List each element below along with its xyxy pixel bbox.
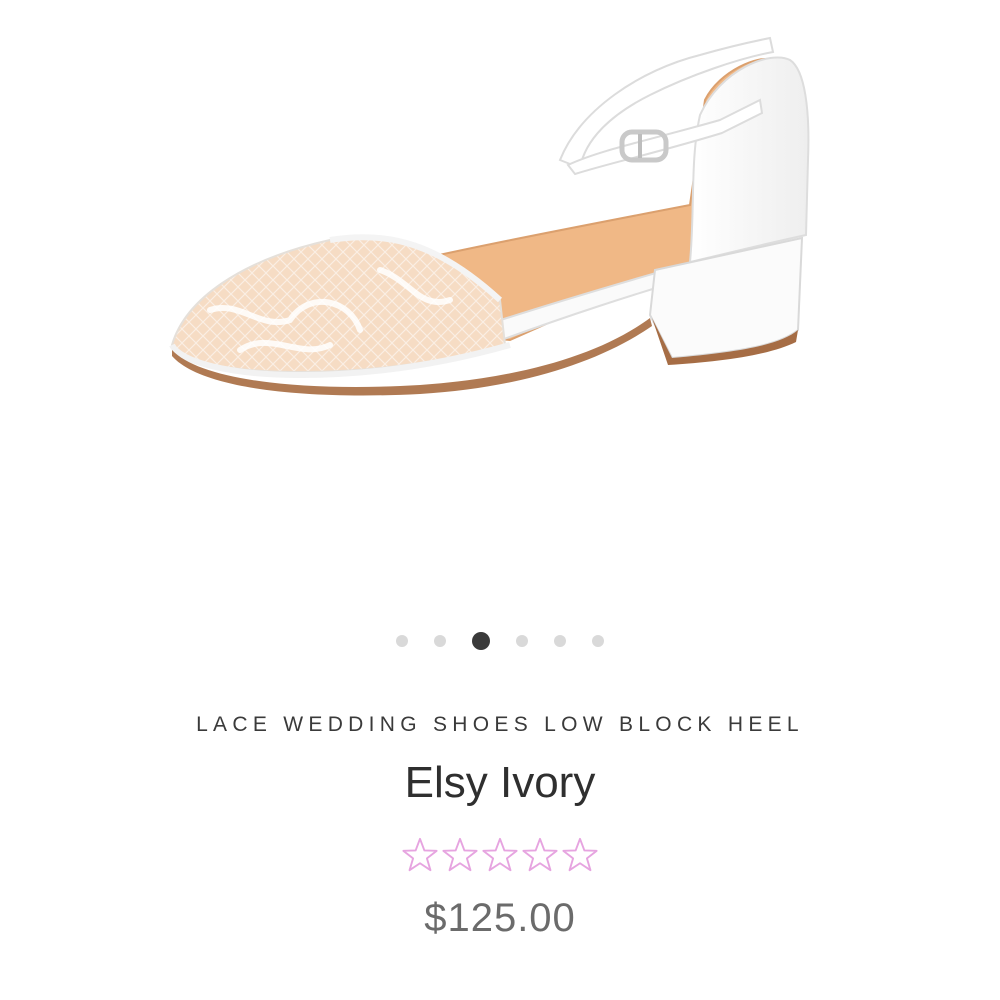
star-outline-icon[interactable] [441, 836, 479, 874]
carousel-dot-4[interactable] [516, 635, 528, 647]
rating-stars[interactable] [0, 836, 1000, 874]
carousel-dot-3-active[interactable] [472, 632, 490, 650]
carousel-dot-2[interactable] [434, 635, 446, 647]
image-carousel-pagination [0, 630, 1000, 652]
star-outline-icon[interactable] [401, 836, 439, 874]
carousel-dot-1[interactable] [396, 635, 408, 647]
carousel-dot-6[interactable] [592, 635, 604, 647]
star-outline-icon[interactable] [561, 836, 599, 874]
product-title: Elsy Ivory [404, 758, 596, 807]
star-outline-icon[interactable] [481, 836, 519, 874]
product-category: LACE WEDDING SHOES LOW BLOCK HEEL [196, 713, 804, 736]
carousel-dot-5[interactable] [554, 635, 566, 647]
product-image[interactable] [0, 0, 1000, 600]
product-price: $125.00 [424, 896, 576, 940]
star-outline-icon[interactable] [521, 836, 559, 874]
